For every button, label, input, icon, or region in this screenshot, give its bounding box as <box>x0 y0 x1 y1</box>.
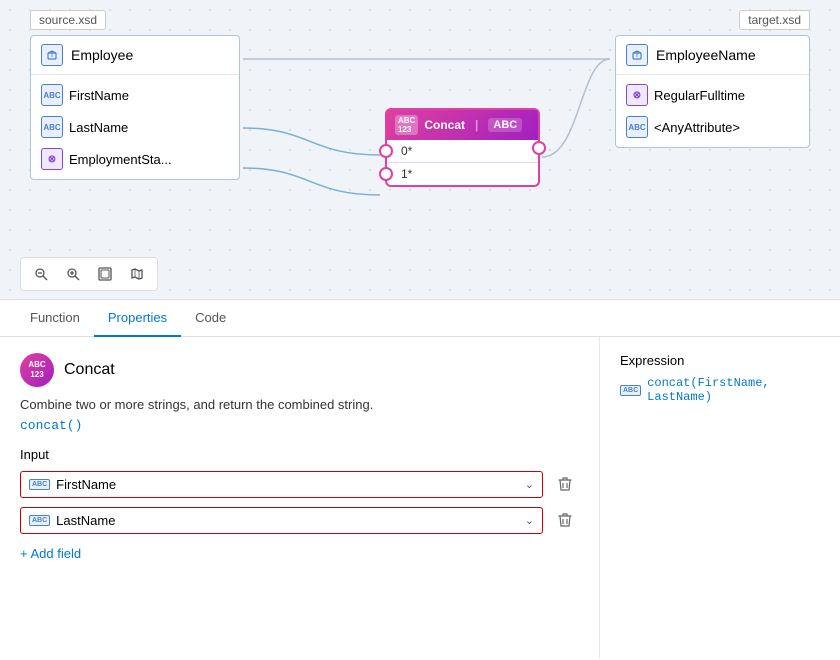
employeename-label: EmployeeName <box>656 47 756 63</box>
function-name: Concat <box>64 361 115 379</box>
input-row-0: ABC FirstName ⌄ <box>20 470 579 498</box>
dropdown-arrow-0[interactable]: ⌄ <box>525 478 534 491</box>
delete-field-1[interactable] <box>551 506 579 534</box>
employment-node[interactable]: ⊗ EmploymentSta... <box>31 143 239 175</box>
concat-abc-label: ABC <box>488 118 522 132</box>
concat-box[interactable]: ABC123 Concat | ABC 0* 1* <box>385 108 540 187</box>
function-syntax: concat() <box>20 418 579 433</box>
tab-code[interactable]: Code <box>181 300 240 337</box>
target-header: EmployeeName <box>616 36 809 75</box>
expression-icon: ABC <box>620 385 641 396</box>
expression-label: Expression <box>620 353 820 368</box>
cube-icon-target <box>626 44 648 66</box>
employment-label: EmploymentSta... <box>69 152 172 167</box>
expression-text: concat(FirstName, LastName) <box>647 376 820 404</box>
expression-value: ABC concat(FirstName, LastName) <box>620 376 820 404</box>
input-label-1: 1* <box>395 167 412 181</box>
field-icon-1: ABC <box>29 515 50 526</box>
delete-field-0[interactable] <box>551 470 579 498</box>
employee-header: Employee <box>31 36 239 75</box>
tab-bar: Function Properties Code <box>0 300 840 337</box>
field-value-1: LastName <box>56 513 525 528</box>
dropdown-arrow-1[interactable]: ⌄ <box>525 514 534 527</box>
employee-label: Employee <box>71 47 133 63</box>
field-icon-0: ABC <box>29 479 50 490</box>
concat-input-1[interactable]: 1* <box>387 163 538 185</box>
abc-icon-firstname: ABC <box>41 84 63 106</box>
firstname-node[interactable]: ABC FirstName <box>31 79 239 111</box>
target-children: ⊗ RegularFulltime ABC <AnyAttribute> <box>616 75 809 147</box>
map-button[interactable] <box>123 262 151 286</box>
concat-abc-icon: ABC123 <box>395 115 418 135</box>
tab-function[interactable]: Function <box>16 300 94 337</box>
function-description: Combine two or more strings, and return … <box>20 397 579 412</box>
input-label: Input <box>20 447 579 462</box>
input-dot-1 <box>379 167 393 181</box>
zoom-out-button[interactable] <box>27 262 55 286</box>
field-value-0: FirstName <box>56 477 525 492</box>
zoom-in-button[interactable] <box>59 262 87 286</box>
add-field-label: + Add field <box>20 546 81 561</box>
function-icon: ABC 123 <box>20 353 54 387</box>
cube-icon <box>41 44 63 66</box>
anyattribute-label: <AnyAttribute> <box>654 120 740 135</box>
anyattribute-node[interactable]: ABC <AnyAttribute> <box>616 111 809 143</box>
lastname-label: LastName <box>69 120 128 135</box>
input-dot-0 <box>379 144 393 158</box>
concat-title: Concat <box>424 118 465 132</box>
regularfulltime-label: RegularFulltime <box>654 88 745 103</box>
diagram-toolbar <box>20 257 158 291</box>
bottom-panel: Function Properties Code ABC 123 Concat … <box>0 300 840 660</box>
cross-icon-employment: ⊗ <box>41 148 63 170</box>
cross-icon-regular: ⊗ <box>626 84 648 106</box>
abc-icon-anyattr: ABC <box>626 116 648 138</box>
diagram-area: source.xsd target.xsd Employee ABC First… <box>0 0 840 300</box>
concat-header: ABC123 Concat | ABC <box>387 110 538 140</box>
right-panel: Expression ABC concat(FirstName, LastNam… <box>600 337 840 659</box>
left-panel: ABC 123 Concat Combine two or more strin… <box>0 337 600 659</box>
panel-content: ABC 123 Concat Combine two or more strin… <box>0 337 840 659</box>
input-field-0[interactable]: ABC FirstName ⌄ <box>20 471 543 498</box>
abc-icon-lastname: ABC <box>41 116 63 138</box>
lastname-node[interactable]: ABC LastName <box>31 111 239 143</box>
employee-box: Employee ABC FirstName ABC LastName ⊗ Em… <box>30 35 240 180</box>
function-header: ABC 123 Concat <box>20 353 579 387</box>
input-row-1: ABC LastName ⌄ <box>20 506 579 534</box>
input-label-0: 0* <box>395 144 412 158</box>
add-field-button[interactable]: + Add field <box>20 542 81 565</box>
source-label: source.xsd <box>30 10 106 30</box>
concat-input-0[interactable]: 0* <box>387 140 538 163</box>
regularfulltime-node[interactable]: ⊗ RegularFulltime <box>616 79 809 111</box>
employee-children: ABC FirstName ABC LastName ⊗ EmploymentS… <box>31 75 239 179</box>
firstname-label: FirstName <box>69 88 129 103</box>
target-label: target.xsd <box>739 10 810 30</box>
tab-properties[interactable]: Properties <box>94 300 181 337</box>
input-field-1[interactable]: ABC LastName ⌄ <box>20 507 543 534</box>
target-box: EmployeeName ⊗ RegularFulltime ABC <AnyA… <box>615 35 810 148</box>
fit-view-button[interactable] <box>91 262 119 286</box>
